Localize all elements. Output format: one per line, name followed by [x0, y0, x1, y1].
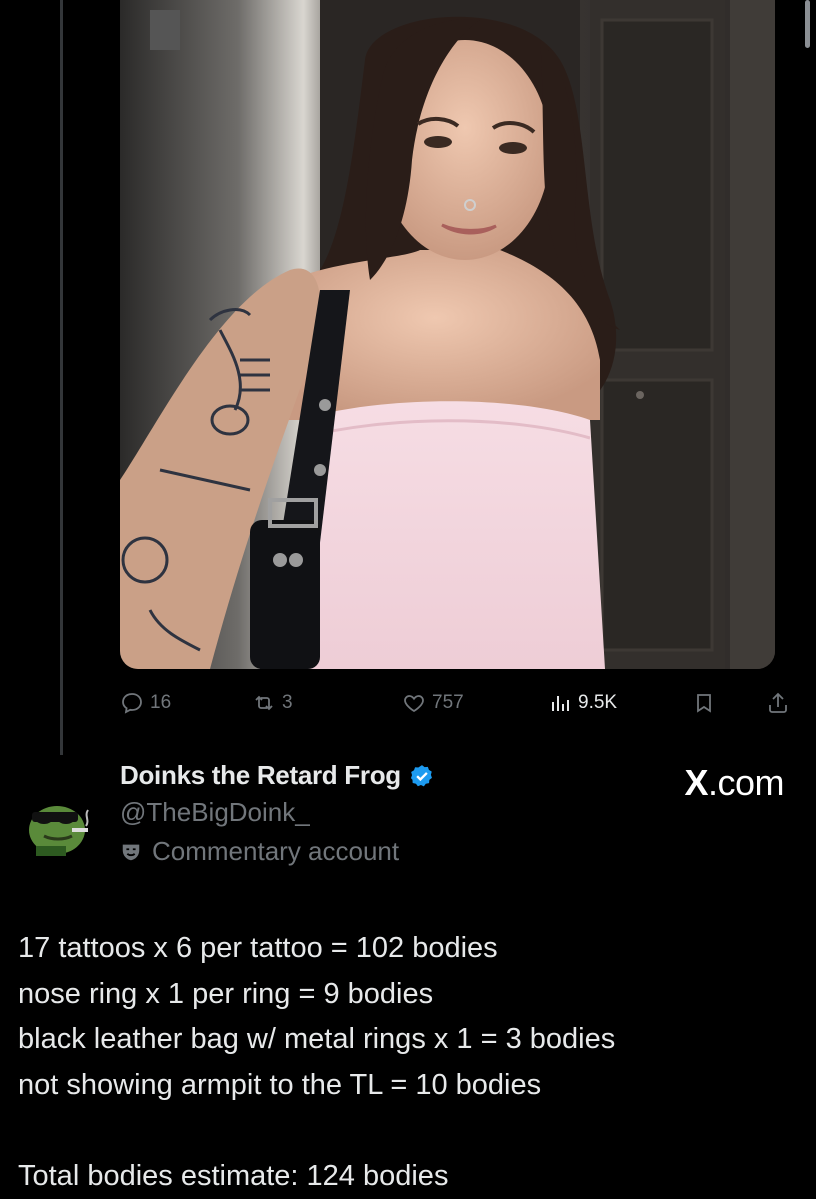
share-icon	[769, 692, 787, 713]
like-count: 757	[432, 692, 464, 713]
reply-icon	[122, 693, 142, 714]
body-line: not showing armpit to the TL = 10 bodies	[18, 1068, 542, 1101]
bookmark-icon	[697, 694, 711, 713]
verified-badge-icon	[410, 764, 432, 786]
body-line: Total bodies estimate: 124 bodies	[18, 1159, 449, 1192]
watermark-text: .com	[707, 762, 785, 803]
x-logo-icon: X	[684, 762, 708, 803]
selfie-photo-illustration	[120, 0, 775, 669]
tweet-photo[interactable]	[120, 0, 775, 669]
tweet-body: 17 tattoos x 6 per tattoo = 102 bodies n…	[18, 926, 808, 1199]
x-com-watermark: X.com	[684, 762, 784, 804]
scrollbar[interactable]	[805, 0, 810, 48]
share-button[interactable]	[766, 686, 790, 720]
heart-icon	[404, 695, 424, 713]
author-block: Doinks the Retard Frog @TheBigDoink_ Com…	[120, 760, 435, 867]
theater-mask-icon	[122, 844, 140, 860]
body-line: 17 tattoos x 6 per tattoo = 102 bodies	[18, 932, 498, 964]
body-line: black leather bag w/ metal rings x 1 = 3…	[18, 1023, 616, 1055]
views-chart-icon	[552, 696, 569, 711]
author-display-name[interactable]: Doinks the Retard Frog	[120, 760, 401, 791]
repost-count: 3	[282, 692, 293, 713]
bookmark-button[interactable]	[692, 686, 716, 720]
tweet-action-bar: 16 3 757 9.5K	[120, 686, 800, 720]
body-line-blank	[18, 1108, 808, 1154]
account-label-text: Commentary account	[152, 836, 400, 866]
views-count: 9.5K	[578, 692, 618, 713]
author-avatar[interactable]	[22, 790, 92, 860]
account-label: Commentary account	[120, 836, 435, 867]
repost-icon	[255, 695, 273, 711]
like-button[interactable]: 757	[402, 686, 464, 720]
reply-button[interactable]: 16	[120, 686, 171, 720]
reply-count: 16	[150, 692, 172, 713]
frog-avatar-icon	[29, 806, 89, 856]
body-line: nose ring x 1 per ring = 9 bodies	[18, 977, 434, 1010]
author-handle[interactable]: @TheBigDoink_	[120, 797, 435, 828]
repost-button[interactable]: 3	[252, 686, 293, 720]
views-button[interactable]: 9.5K	[548, 686, 617, 720]
thread-connector-line	[60, 0, 63, 755]
